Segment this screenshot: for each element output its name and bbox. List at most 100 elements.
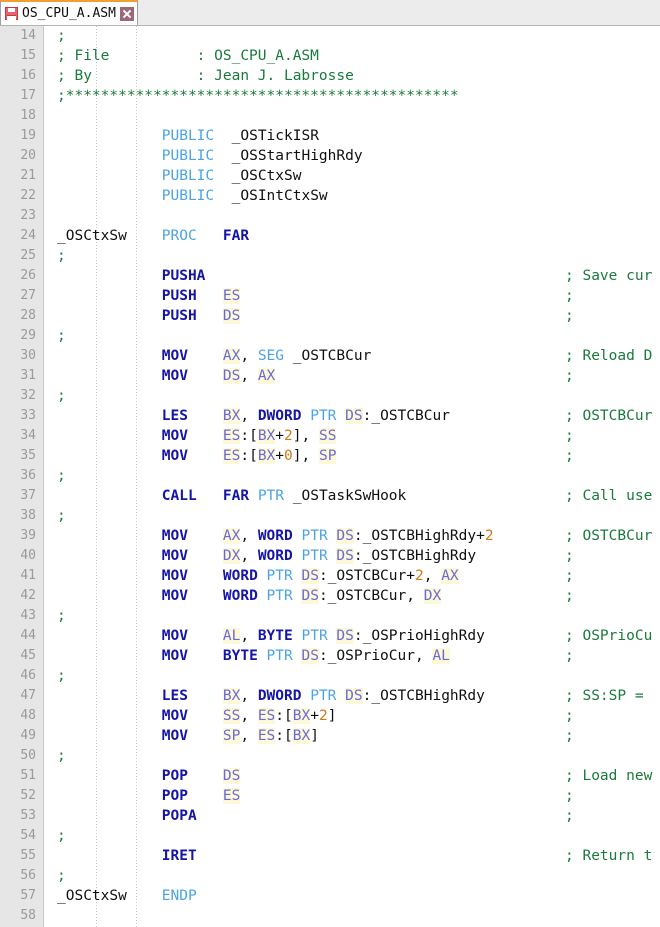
trailing-comment: ; <box>565 368 574 384</box>
line-number: 24 <box>20 228 36 243</box>
token-mn: MOV <box>161 568 188 584</box>
code-line[interactable]: 40 MOV DX, WORD PTR DS:_OSTCBHighRdy; <box>0 546 660 566</box>
code-line[interactable]: 46; <box>0 666 660 686</box>
token-pun <box>188 788 223 804</box>
line-number: 47 <box>20 688 36 703</box>
code-line[interactable]: 42 MOV WORD PTR DS:_OSTCBCur, DX; <box>0 586 660 606</box>
code-line[interactable]: 45 MOV BYTE PTR DS:_OSPrioCur, AL; <box>0 646 660 666</box>
line-number: 22 <box>20 188 36 203</box>
code-line[interactable]: 38; <box>0 506 660 526</box>
code-lines: 14; 15 ; File : OS_CPU_A.ASM 16 ; By : Jean … <box>0 26 660 926</box>
code-text: ; <box>57 666 66 686</box>
line-number: 28 <box>20 308 36 323</box>
code-line[interactable]: 49 MOV SP, ES:[BX]; <box>0 726 660 746</box>
code-line[interactable]: 14; <box>0 26 660 46</box>
code-line[interactable]: 54; <box>0 826 660 846</box>
token-mn: MOV <box>161 588 188 604</box>
code-line[interactable]: 56; <box>0 866 660 886</box>
token-id: _OSCtxSw <box>57 228 127 244</box>
code-line[interactable]: 29; <box>0 326 660 346</box>
code-line[interactable]: 53 POPA; <box>0 806 660 826</box>
trailing-comment: ; <box>565 548 574 564</box>
token-pun: , <box>240 708 258 724</box>
code-line[interactable]: 18 <box>0 106 660 126</box>
token-mn: PUSHA <box>161 268 206 284</box>
code-line[interactable]: 33 LES BX, DWORD PTR DS:_OSTCBCur ; OSTCB… <box>0 406 660 426</box>
code-line[interactable]: 43; <box>0 606 660 626</box>
token-reg: DX <box>423 588 442 604</box>
line-number: 40 <box>20 548 36 563</box>
token-pun <box>188 728 223 744</box>
code-line[interactable]: 20 PUBLIC _OSStartHighRdy <box>0 146 660 166</box>
code-line[interactable]: 30 MOV AX, SEG _OSTCBCur ; Reload D <box>0 346 660 366</box>
token-mn: LES <box>161 408 188 424</box>
close-icon[interactable] <box>119 6 134 21</box>
token-pun <box>214 128 231 144</box>
code-text: PUBLIC _OSCtxSw <box>57 166 302 186</box>
code-line[interactable]: 50; <box>0 746 660 766</box>
code-line[interactable]: 34 MOV ES:[BX+2], SS; <box>0 426 660 446</box>
trailing-comment: ; Load new <box>565 768 653 784</box>
code-line[interactable]: 35 MOV ES:[BX+0], SP; <box>0 446 660 466</box>
code-line[interactable]: 58 <box>0 906 660 926</box>
code-line[interactable]: 47 LES BX, DWORD PTR DS:_OSTCBHighRdy ; S… <box>0 686 660 706</box>
code-text: PUBLIC _OSStartHighRdy <box>57 146 363 166</box>
code-line[interactable]: 15 ; File : OS_CPU_A.ASM <box>0 46 660 66</box>
code-text: ;***************************************… <box>57 86 459 106</box>
code-line[interactable]: 25; <box>0 246 660 266</box>
code-line[interactable]: 55 IRET ; Return t <box>0 846 660 866</box>
code-line[interactable]: 57 _OSCtxSw ENDP <box>0 886 660 906</box>
token-pun <box>57 648 162 664</box>
code-text: ; File : OS_CPU_A.ASM <box>57 46 319 66</box>
code-text: PUBLIC _OSTickISR <box>57 126 319 146</box>
code-line[interactable]: 16 ; By : Jean J. Labrosse <box>0 66 660 86</box>
token-id: :_OSTCBHighRdy <box>353 548 477 564</box>
code-line[interactable]: 41 MOV WORD PTR DS:_OSTCBCur+2, AX; <box>0 566 660 586</box>
code-line[interactable]: 31 MOV DS, AX; <box>0 366 660 386</box>
token-reg: ES <box>257 728 276 744</box>
code-line[interactable]: 28 PUSH DS; <box>0 306 660 326</box>
token-mn: POPA <box>161 808 197 824</box>
code-line[interactable]: 27 PUSH ES; <box>0 286 660 306</box>
code-line[interactable]: 36; <box>0 466 660 486</box>
line-number: 19 <box>20 128 36 143</box>
code-line[interactable]: 22 PUBLIC _OSIntCtxSw <box>0 186 660 206</box>
editor-tab-os-cpu-a-asm[interactable]: OS_CPU_A.ASM <box>0 0 138 25</box>
token-pun <box>57 408 162 424</box>
trailing-comment: ; OSTCBCur <box>565 528 653 544</box>
trailing-comment: ; <box>565 728 574 744</box>
code-line[interactable]: 26 PUSHA ; Save cur <box>0 266 660 286</box>
line-number: 48 <box>20 708 36 723</box>
code-line[interactable]: 37 CALL FAR PTR _OSTaskSwHook ; Call use <box>0 486 660 506</box>
code-line[interactable]: 48 MOV SS, ES:[BX+2]; <box>0 706 660 726</box>
token-reg: DX <box>222 548 241 564</box>
code-line[interactable]: 51 POP DS ; Load new <box>0 766 660 786</box>
code-line[interactable]: 24 _OSCtxSw PROC FAR <box>0 226 660 246</box>
token-mn: WORD <box>222 568 258 584</box>
code-line[interactable]: 19 PUBLIC _OSTickISR <box>0 126 660 146</box>
code-editor[interactable]: 14; 15 ; File : OS_CPU_A.ASM 16 ; By : Jean … <box>0 26 660 927</box>
code-line[interactable]: 39 MOV AX, WORD PTR DS:_OSTCBHighRdy+2 ; … <box>0 526 660 546</box>
code-line[interactable]: 32; <box>0 386 660 406</box>
token-reg: DS <box>336 528 354 544</box>
code-line[interactable]: 21 PUBLIC _OSCtxSw <box>0 166 660 186</box>
code-text: POPA <box>57 806 197 826</box>
trailing-comment: ; <box>565 588 574 604</box>
line-number: 41 <box>20 568 36 583</box>
token-pun <box>188 688 223 704</box>
token-reg: DS <box>301 568 319 584</box>
code-line[interactable]: 17 ;*************************************… <box>0 86 660 106</box>
token-pun: :[ <box>275 728 293 744</box>
token-id: :_OSPrioHighRdy <box>353 628 485 644</box>
code-line[interactable]: 44 MOV AL, BYTE PTR DS:_OSPrioHighRdy ; O… <box>0 626 660 646</box>
line-number: 57 <box>20 888 36 903</box>
code-line[interactable]: 23 <box>0 206 660 226</box>
token-pun <box>57 628 162 644</box>
line-number: 27 <box>20 288 36 303</box>
code-line[interactable]: 52 POP ES; <box>0 786 660 806</box>
code-text: ; <box>57 326 66 346</box>
token-pun <box>188 528 223 544</box>
token-com: ; <box>57 388 66 404</box>
token-mn: MOV <box>161 728 188 744</box>
line-number: 53 <box>20 808 36 823</box>
